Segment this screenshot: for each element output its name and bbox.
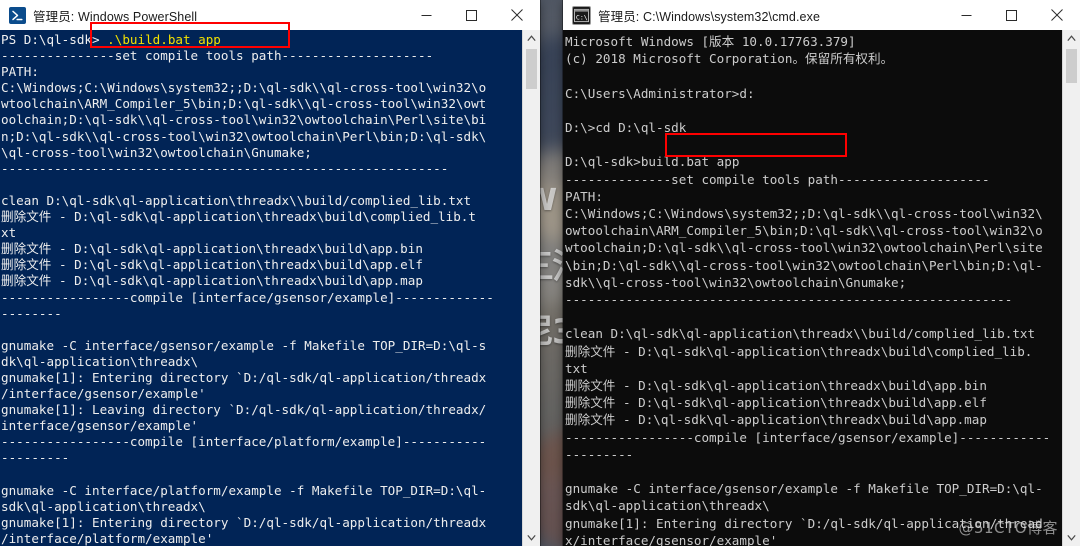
console-line: wtoolchain;D:\ql-sdk\\ql-cross-tool\win3… [565,240,1043,256]
console-line: -------- [1,305,62,321]
console-line: --------- [565,446,634,462]
console-line: sdk\\ql-cross-tool\win32\owtoolchain\Gnu… [565,274,907,290]
console-line: C:\Users\Administrator>d: [565,85,755,101]
console-line: 删除文件 - D:\ql-sdk\ql-application\threadx\… [565,378,987,394]
console-line: gnumake -C interface/gsensor/example -f … [565,481,1043,497]
console-line: gnumake[1]: Entering directory `D:/ql-sd… [1,514,487,530]
console-line: PS D:\ql-sdk> .\build.bat app [1,32,522,48]
powershell-window-controls [404,0,540,30]
console-line: ---------------set compile tools path---… [1,48,434,64]
close-button[interactable] [494,0,540,30]
console-line: n;D:\ql-sdk\\ql-cross-tool\win32\owtoolc… [1,128,487,144]
cmd-titlebar[interactable]: C:\ 管理员: C:\Windows\system32\cmd.exe [563,0,1080,30]
console-line: Microsoft Windows [版本 10.0.17763.379] [565,34,856,49]
maximize-button[interactable] [449,0,494,30]
powershell-console[interactable]: PS D:\ql-sdk> .\build.bat app ----------… [0,30,540,546]
console-line: gnumake[1]: Entering directory `D:/ql-sd… [565,515,1043,531]
console-line: xt [1,225,17,241]
console-line: ----------------------------------------… [1,160,449,176]
console-line: dk\ql-application\threadx\ [1,353,199,369]
console-line: C:\Windows;C:\Windows\system32;;D:\ql-sd… [565,206,1043,222]
scroll-up-icon[interactable] [523,30,540,47]
powershell-console-text: PS D:\ql-sdk> .\build.bat app ----------… [0,30,522,546]
scrollbar-thumb[interactable] [526,49,537,89]
powershell-command: .\build.bat app [107,32,221,47]
console-line: oolchain;D:\ql-sdk\\ql-cross-tool\win32\… [1,112,487,128]
console-line: -----------------compile [interface/gsen… [565,429,1051,445]
cmd-window[interactable]: C:\ 管理员: C:\Windows\system32\cmd.exe Mic… [563,0,1080,546]
console-line: gnumake[1]: Entering directory `D:/ql-sd… [1,369,487,385]
console-line: --------- [1,450,70,466]
console-line: /interface/gsensor/example' [1,386,206,402]
cmd-window-controls [944,0,1080,30]
console-line: gnumake -C interface/platform/example -f… [1,482,487,498]
console-line: C:\Windows;C:\Windows\system32;;D:\ql-sd… [1,80,487,96]
close-button[interactable] [1034,0,1080,30]
console-line: clean D:\ql-sdk\ql-application\threadx\\… [565,326,1036,342]
console-line: owtoolchain\ARM_Compiler_5\bin;D:\ql-sdk… [565,223,1043,239]
console-line: gnumake -C interface/gsensor/example -f … [1,337,487,353]
cmd-scrollbar[interactable] [1062,30,1080,546]
console-line: interface/gsensor/example' [1,418,199,434]
console-line: D:\>cd D:\ql-sdk [565,120,687,136]
console-line: 删除文件 - D:\ql-sdk\ql-application\threadx\… [565,343,1033,359]
cmd-title: 管理员: C:\Windows\system32\cmd.exe [598,9,821,24]
cmd-prompt: D:\ql-sdk> [565,154,641,170]
console-line: /interface/platform/example' [1,530,214,546]
console-line: wtoolchain\ARM_Compiler_5\bin;D:\ql-sdk\… [1,96,487,112]
scroll-up-icon[interactable] [1063,30,1080,47]
console-line: 删除文件 - D:\ql-sdk\ql-application\threadx\… [1,209,476,225]
console-line: gnumake[1]: Leaving directory `D:/ql-sdk… [1,402,487,418]
scroll-down-icon[interactable] [523,529,540,546]
console-line: sdk\ql-application\threadx\ [565,498,770,514]
console-line: 删除文件 - D:\ql-sdk\ql-application\threadx\… [1,273,423,289]
scroll-down-icon[interactable] [1063,529,1080,546]
console-line: 删除文件 - D:\ql-sdk\ql-application\threadx\… [565,412,987,428]
console-line: D:\ql-sdk>build.bat app [565,153,1062,170]
console-line: \bin;D:\ql-sdk\\ql-cross-tool\win32\owto… [565,257,1043,273]
console-line: txt [565,360,588,376]
powershell-icon [9,6,26,24]
maximize-button[interactable] [989,0,1034,30]
console-line: (c) 2018 Microsoft Corporation。保留所有权利。 [565,51,894,67]
svg-text:C:\: C:\ [576,13,588,21]
cmd-icon: C:\ [572,5,591,25]
console-line: -----------------compile [interface/gsen… [1,289,494,305]
console-line: --------------set compile tools path----… [565,171,990,187]
screen: W 三泪 尼3 管理员: Windows PowerShell PS D:\ql… [0,0,1080,546]
powershell-window[interactable]: 管理员: Windows PowerShell PS D:\ql-sdk> .\… [0,0,540,546]
powershell-scrollbar[interactable] [522,30,540,546]
console-line: x/interface/gsensor/example' [565,532,778,546]
minimize-button[interactable] [944,0,989,30]
cmd-console-text: Microsoft Windows [版本 10.0.17763.379] (c… [563,30,1062,546]
minimize-button[interactable] [404,0,449,30]
powershell-title: 管理员: Windows PowerShell [33,9,198,24]
console-line: 删除文件 - D:\ql-sdk\ql-application\threadx\… [565,395,987,411]
console-line: PATH: [565,188,603,204]
powershell-prompt: PS D:\ql-sdk> [1,32,108,47]
console-line: clean D:\ql-sdk\ql-application\threadx\\… [1,192,472,208]
cmd-console[interactable]: Microsoft Windows [版本 10.0.17763.379] (c… [563,30,1080,546]
console-line: PATH: [1,64,39,80]
console-line: \ql-cross-tool\win32\owtoolchain\Gnumake… [1,144,312,160]
console-line: 删除文件 - D:\ql-sdk\ql-application\threadx\… [1,257,423,273]
console-line: ----------------------------------------… [565,292,1013,308]
powershell-titlebar[interactable]: 管理员: Windows PowerShell [0,0,540,30]
console-line: sdk\ql-application\threadx\ [1,498,206,514]
cmd-command: build.bat app [640,154,740,170]
console-line: 删除文件 - D:\ql-sdk\ql-application\threadx\… [1,241,423,257]
scrollbar-thumb[interactable] [1066,49,1077,83]
console-line: -----------------compile [interface/plat… [1,434,487,450]
